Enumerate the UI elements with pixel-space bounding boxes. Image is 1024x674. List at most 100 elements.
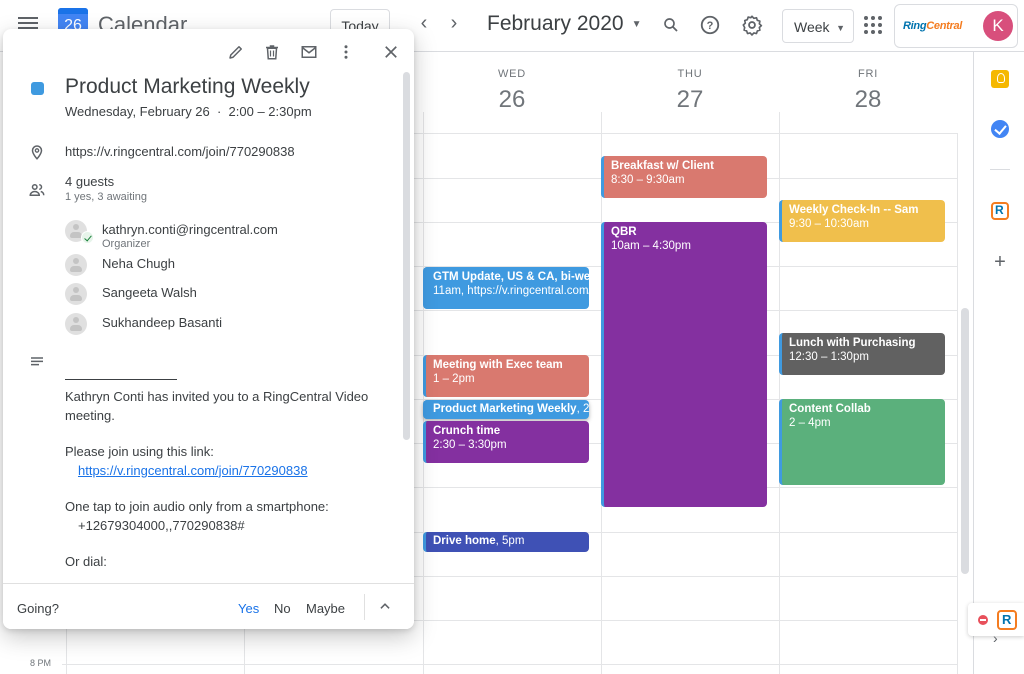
calendar-event[interactable]: QBR 10am – 4:30pm — [601, 222, 767, 507]
email-guests-button[interactable] — [298, 41, 320, 63]
rsvp-separator — [364, 594, 365, 620]
gear-icon — [742, 15, 763, 36]
event-location[interactable]: https://v.ringcentral.com/join/770290838 — [65, 144, 295, 159]
keep-icon[interactable] — [991, 70, 1009, 88]
minimize-icon[interactable] — [978, 615, 988, 625]
event-color-swatch — [31, 82, 44, 95]
chevron-right-icon[interactable]: › — [993, 630, 998, 646]
guest-avatar — [65, 313, 87, 335]
ringcentral-icon[interactable] — [991, 202, 1009, 220]
month-title-dropdown[interactable]: February 2020 ▼ — [487, 12, 642, 36]
join-link[interactable]: https://v.ringcentral.com/join/770290838 — [78, 463, 308, 478]
calendar-event[interactable]: Drive home, 5pm — [423, 532, 589, 552]
day-column-divider — [957, 133, 958, 674]
ringcentral-icon[interactable] — [997, 610, 1017, 630]
event-time: 12:30 – 1:30pm — [789, 351, 869, 363]
event-title: QBR — [611, 226, 637, 238]
help-icon: ? — [700, 15, 720, 35]
email-icon — [301, 46, 317, 58]
side-panel: + — [973, 52, 1024, 674]
view-selector[interactable]: Week ▼ — [782, 9, 854, 43]
tasks-icon[interactable] — [991, 120, 1009, 138]
hour-gridline — [62, 664, 958, 665]
chevron-up-icon — [380, 603, 390, 609]
hamburger-icon — [18, 17, 38, 19]
event-title: Content Collab — [789, 403, 871, 415]
event-time: 8:30 – 9:30am — [611, 174, 685, 186]
svg-text:?: ? — [707, 20, 714, 32]
calendar-event[interactable]: GTM Update, US & CA, bi-weekly 11am, http… — [423, 267, 589, 309]
rsvp-expand-button[interactable] — [375, 596, 395, 616]
calendar-event[interactable]: Content Collab 2 – 4pm — [779, 399, 945, 485]
rsvp-no-button[interactable]: No — [274, 601, 291, 616]
description-rule — [65, 379, 177, 380]
event-title: Meeting with Exec team — [433, 359, 563, 371]
calendar-event[interactable]: Weekly Check-In -- Sam 9:30 – 10:30am — [779, 200, 945, 242]
view-label: Week — [794, 19, 830, 35]
event-time: 9:30 – 10:30am — [789, 218, 869, 230]
grid-scrollbar[interactable] — [961, 308, 969, 574]
account-area: RingCentral K — [894, 4, 1018, 48]
accepted-check-icon — [81, 231, 94, 244]
day-header-fri: FRI 28 — [779, 52, 957, 134]
day-number[interactable]: 27 — [601, 86, 779, 114]
calendar-event[interactable]: Crunch time 2:30 – 3:30pm — [423, 421, 589, 463]
time-label-8pm: 8 PM — [30, 658, 52, 668]
calendar-event[interactable]: Meeting with Exec team 1 – 2pm — [423, 355, 589, 397]
calendar-app: 26 Calendar Today ‹ › February 2020 ▼ ? W… — [0, 0, 1024, 674]
guest-avatar — [65, 283, 87, 305]
help-button[interactable]: ? — [697, 12, 723, 38]
caret-down-icon: ▼ — [631, 18, 642, 30]
event-title: Breakfast w/ Client — [611, 160, 714, 172]
rsvp-bar: Going? Yes No Maybe — [3, 583, 414, 629]
event-title: Crunch time — [433, 425, 501, 437]
rsvp-yes-button[interactable]: Yes — [238, 601, 259, 616]
location-icon — [27, 142, 47, 162]
close-icon — [385, 46, 397, 58]
month-title: February 2020 — [487, 12, 624, 35]
search-button[interactable] — [658, 12, 684, 38]
google-apps-icon[interactable] — [864, 16, 882, 34]
event-time: 2:30 – 3:30pm — [433, 439, 507, 451]
day-column-divider — [779, 112, 780, 674]
event-title: Weekly Check-In -- Sam — [789, 204, 919, 216]
event-details-popup: Product Marketing Weekly Wednesday, Febr… — [3, 29, 414, 629]
rsvp-maybe-button[interactable]: Maybe — [306, 601, 345, 616]
edit-button[interactable] — [225, 41, 247, 63]
ringcentral-logo: RingCentral — [903, 20, 963, 32]
next-week-button[interactable]: › — [442, 12, 466, 35]
calendar-event[interactable]: Product Marketing Weekly, 2pm — [423, 400, 589, 419]
rsvp-question: Going? — [17, 601, 59, 616]
event-datetime: Wednesday, February 26 · 2:00 – 2:30pm — [65, 104, 312, 119]
more-options-button[interactable] — [335, 41, 357, 63]
settings-button[interactable] — [739, 12, 765, 38]
event-title: Product Marketing Weekly — [65, 75, 310, 98]
day-number[interactable]: 26 — [423, 86, 601, 114]
event-time: , 2pm — [576, 403, 589, 415]
event-title: Product Marketing Weekly — [433, 403, 577, 415]
event-title: Drive home — [433, 535, 496, 547]
calendar-event[interactable]: Lunch with Purchasing 12:30 – 1:30pm — [779, 333, 945, 375]
side-divider — [990, 169, 1010, 170]
guest-role: Organizer — [102, 238, 151, 250]
close-button[interactable] — [380, 41, 402, 63]
calendar-event[interactable]: Breakfast w/ Client 8:30 – 9:30am — [601, 156, 767, 198]
search-icon — [664, 18, 678, 32]
event-time: 11am, https://v.ringcentral.com/ — [433, 285, 589, 297]
event-time: 1 – 2pm — [433, 373, 475, 385]
event-time: , 5pm — [495, 535, 525, 547]
popup-scrollbar[interactable] — [403, 72, 410, 440]
account-avatar[interactable]: K — [983, 11, 1013, 41]
one-tap-number: +12679304000,,770290838# — [78, 517, 245, 533]
event-title: GTM Update, US & CA, bi-weekly — [433, 271, 589, 283]
event-time: 10am – 4:30pm — [611, 240, 691, 252]
previous-week-button[interactable]: ‹ — [412, 12, 436, 35]
day-header-thu: THU 27 — [601, 52, 779, 134]
delete-icon — [266, 45, 278, 60]
day-number[interactable]: 28 — [779, 86, 957, 114]
guests-icon — [27, 180, 47, 200]
delete-button[interactable] — [261, 41, 283, 63]
day-header-wed: WED 26 — [423, 52, 601, 134]
guests-summary: 1 yes, 3 awaiting — [65, 191, 147, 203]
add-addon-icon[interactable]: + — [991, 252, 1009, 272]
